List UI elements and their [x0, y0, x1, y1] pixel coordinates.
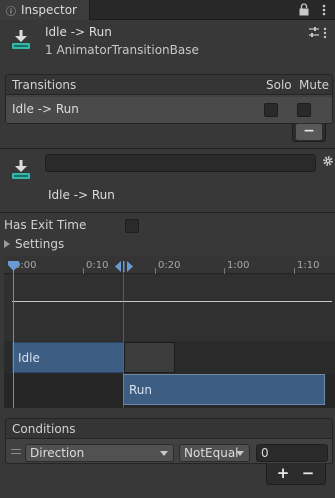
tab-inspector[interactable]: ⓘ Inspector	[0, 0, 90, 20]
object-subtitle: 1 AnimatorTransitionBase	[45, 43, 199, 57]
conditions-list: Conditions Direction NotEqual 0	[5, 418, 333, 464]
mute-column-label: Mute	[299, 78, 330, 92]
object-title: Idle -> Run	[45, 25, 112, 39]
header-kebab-icon[interactable]	[322, 27, 328, 39]
settings-foldout[interactable]: Settings	[4, 237, 64, 251]
remove-transition-button[interactable]: −	[296, 124, 322, 140]
dropdown-arrow-icon	[160, 451, 168, 456]
info-icon: ⓘ	[6, 6, 16, 18]
ruler-tick-label: 0:20	[158, 260, 181, 271]
ruler-tick-label: 1:00	[227, 260, 250, 271]
destination-state-bar[interactable]: Run	[123, 374, 325, 405]
transition-row-label: Idle -> Run	[12, 102, 79, 116]
transitions-header: Transitions Solo Mute	[6, 75, 332, 95]
conditions-header: Conditions	[6, 419, 332, 439]
tab-bar: ⓘ Inspector	[0, 0, 335, 20]
transitions-footer: −	[292, 123, 326, 142]
exit-time-marker-icon[interactable]	[8, 261, 19, 271]
lock-icon[interactable]	[298, 3, 310, 16]
kebab-menu-icon[interactable]	[318, 3, 330, 17]
source-state-label: Idle	[18, 351, 40, 365]
transition-duration-handles-icon[interactable]	[115, 261, 133, 272]
foldout-arrow-icon	[4, 240, 10, 248]
has-exit-time-checkbox[interactable]	[125, 219, 139, 233]
timeline-ruler[interactable]: 0:00 0:10 0:20 1:00 1:10	[4, 256, 335, 274]
remove-condition-button[interactable]: −	[298, 465, 318, 481]
solo-checkbox[interactable]	[264, 103, 278, 117]
mute-checkbox[interactable]	[297, 103, 311, 117]
divider	[0, 148, 335, 149]
preset-sliders-icon[interactable]	[308, 26, 320, 38]
transition-timeline[interactable]: 0:00 0:10 0:20 1:00 1:10 Idle Run	[4, 256, 335, 408]
gear-icon[interactable]	[322, 155, 334, 167]
solo-column-label: Solo	[266, 78, 292, 92]
settings-label: Settings	[15, 237, 65, 251]
curve-area	[4, 275, 335, 341]
transition-offset-line	[123, 266, 124, 408]
condition-parameter-dropdown[interactable]: Direction	[25, 444, 174, 462]
ruler-tick	[224, 268, 225, 274]
weight-curve-line	[12, 301, 332, 302]
drag-handle-icon[interactable]	[11, 449, 21, 454]
transitions-list: Transitions Solo Mute Idle -> Run	[5, 74, 333, 124]
tab-label: Inspector	[21, 3, 77, 17]
source-state-bar[interactable]: Idle	[12, 342, 124, 373]
ruler-tick-label: 1:10	[297, 260, 320, 271]
condition-parameter-value: Direction	[30, 446, 85, 460]
source-state-remainder	[124, 342, 175, 373]
ruler-tick	[83, 268, 84, 274]
condition-mode-value: NotEqual	[184, 446, 239, 460]
has-exit-time-label: Has Exit Time	[4, 218, 87, 232]
dropdown-arrow-icon	[236, 451, 244, 456]
ruler-tick	[294, 268, 295, 274]
exit-time-line	[13, 264, 14, 408]
ruler-tick	[155, 268, 156, 274]
transition-download-icon	[12, 30, 30, 49]
divider	[0, 212, 335, 213]
transition-row[interactable]: Idle -> Run	[6, 97, 332, 123]
conditions-title: Conditions	[12, 422, 76, 436]
destination-state-label: Run	[129, 383, 153, 397]
transition-detail-label: Idle -> Run	[48, 188, 115, 202]
transitions-title: Transitions	[12, 78, 77, 92]
conditions-footer: + −	[266, 463, 326, 485]
transition-name-field[interactable]	[45, 154, 316, 172]
condition-value-field[interactable]: 0	[256, 444, 328, 462]
transition-download-icon	[12, 160, 30, 179]
condition-mode-dropdown[interactable]: NotEqual	[179, 444, 250, 462]
add-condition-button[interactable]: +	[273, 465, 293, 481]
ruler-tick-label: 0:10	[86, 260, 109, 271]
